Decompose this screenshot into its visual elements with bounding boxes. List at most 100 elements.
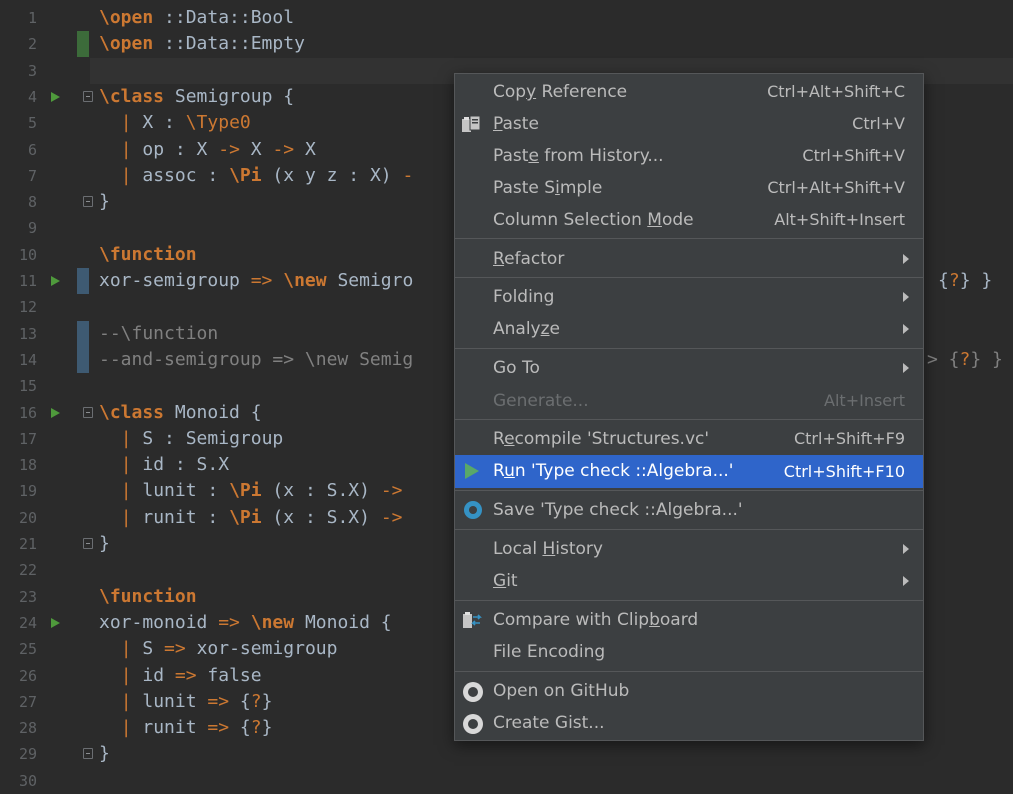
shortcut: Alt+Shift+Insert [774, 210, 905, 229]
code-text: | runit : \Pi (x : S.X) -> [120, 506, 403, 528]
code-text: | id : S.X [120, 454, 230, 476]
code-text: | id => false [120, 664, 262, 686]
code-line[interactable]: 1 \open ::Data::Bool [0, 5, 1013, 31]
run-gutter-icon[interactable] [51, 407, 60, 418]
fold-icon[interactable] [83, 748, 93, 760]
line-number: 6 [27, 140, 37, 159]
code-text: xor-semigroup => \new Semigro [99, 270, 414, 291]
menu-item-git[interactable]: Git [455, 565, 923, 597]
menu-item-create-gist[interactable]: Create Gist... [455, 707, 923, 739]
menu-item-open-on-github[interactable]: Open on GitHub [455, 675, 923, 707]
menu-item-analyze[interactable]: Analyze [455, 313, 923, 345]
menu-item-run[interactable]: Run 'Type check ::Algebra...' Ctrl+Shift… [455, 455, 923, 488]
code-text: \open ::Data::Empty [99, 33, 305, 55]
run-gutter-icon[interactable] [51, 276, 60, 286]
line-number: 22 [18, 561, 37, 580]
menu-item-generate[interactable]: Generate... Alt+Insert [455, 385, 923, 417]
code-line[interactable]: 29} [0, 741, 1013, 767]
submenu-arrow-icon [903, 254, 909, 264]
line-number: 5 [27, 114, 37, 133]
line-number: 19 [18, 482, 37, 501]
menu-item-local-history[interactable]: Local History [455, 533, 923, 565]
menu-separator [455, 238, 923, 239]
code-text: --and-semigroup => \new Semig [99, 348, 414, 370]
code-text: --\function [99, 322, 219, 344]
line-number: 24 [18, 613, 37, 632]
code-text: \function [99, 243, 197, 265]
menu-item-column-selection-mode[interactable]: Column Selection Mode Alt+Shift+Insert [455, 204, 923, 236]
run-gutter-icon[interactable] [51, 91, 60, 102]
code-text-tail: {?} } [938, 270, 993, 291]
submenu-arrow-icon [903, 363, 909, 373]
vcs-change-marker[interactable] [77, 320, 89, 347]
submenu-arrow-icon [903, 544, 909, 554]
line-number: 7 [27, 166, 37, 185]
vcs-change-marker[interactable] [77, 268, 89, 294]
line-number: 1 [27, 9, 37, 27]
menu-item-save-config[interactable]: Save 'Type check ::Algebra...' [455, 494, 923, 526]
fold-icon[interactable] [83, 196, 93, 208]
fold-icon[interactable] [83, 538, 93, 549]
code-text: \class Monoid { [99, 401, 262, 423]
code-text: | lunit => {?} [120, 690, 273, 712]
menu-separator [455, 419, 923, 420]
line-number: 30 [18, 771, 37, 790]
line-number: 9 [27, 219, 37, 238]
clipboard-paste-icon [462, 115, 481, 132]
submenu-arrow-icon [903, 576, 909, 586]
menu-item-paste-simple[interactable]: Paste Simple Ctrl+Alt+Shift+V [455, 172, 923, 204]
code-line[interactable]: 2 \open ::Data::Empty [0, 31, 1013, 58]
code-text: } [99, 533, 110, 554]
line-number: 27 [18, 692, 37, 711]
shortcut: Ctrl+Shift+V [802, 146, 905, 165]
menu-item-file-encoding[interactable]: File Encoding [455, 636, 923, 668]
line-number: 4 [27, 87, 37, 106]
code-text: \open ::Data::Bool [99, 7, 295, 28]
line-number: 3 [27, 61, 37, 80]
menu-separator [455, 600, 923, 601]
code-text: | assoc : \Pi (x y z : X) - [120, 164, 414, 186]
line-number: 15 [18, 377, 37, 396]
line-number: 21 [18, 535, 37, 553]
code-text: | X : \Type0 [120, 112, 251, 134]
line-number: 23 [18, 587, 37, 606]
compare-clipboard-icon [463, 612, 482, 628]
code-line[interactable]: 30 [0, 768, 1013, 794]
vcs-change-marker[interactable] [77, 346, 89, 373]
line-number: 17 [18, 429, 37, 448]
fold-icon[interactable] [83, 406, 93, 418]
run-gutter-icon[interactable] [51, 617, 60, 628]
shortcut: Ctrl+Alt+Shift+V [767, 178, 905, 197]
code-text-tail: > {?} } [927, 348, 1003, 370]
menu-item-copy-reference[interactable]: Copy Reference Ctrl+Alt+Shift+C [455, 76, 923, 108]
line-number: 26 [18, 666, 37, 685]
menu-item-go-to[interactable]: Go To [455, 352, 923, 384]
line-number: 11 [18, 272, 37, 290]
submenu-arrow-icon [903, 324, 909, 334]
menu-item-refactor[interactable]: Refactor [455, 243, 923, 275]
menu-item-paste-from-history[interactable]: Paste from History... Ctrl+Shift+V [455, 140, 923, 172]
shortcut: Ctrl+Alt+Shift+C [767, 82, 905, 101]
line-number: 28 [18, 719, 37, 738]
line-number: 10 [18, 245, 37, 264]
menu-separator [455, 671, 923, 672]
submenu-arrow-icon [903, 292, 909, 302]
line-number: 12 [18, 298, 37, 317]
code-text: } [99, 743, 110, 765]
menu-item-compare-clipboard[interactable]: Compare with Clipboard [455, 604, 923, 636]
line-number: 8 [27, 193, 37, 212]
menu-separator [455, 348, 923, 349]
code-text: | op : X -> X -> X [120, 138, 316, 160]
code-text: | S => xor-semigroup [120, 638, 338, 660]
fold-icon[interactable] [83, 90, 93, 102]
menu-item-recompile[interactable]: Recompile 'Structures.vc' Ctrl+Shift+F9 [455, 423, 923, 455]
save-configuration-icon [464, 501, 482, 519]
code-text: xor-monoid => \new Monoid { [99, 611, 392, 633]
menu-item-folding[interactable]: Folding [455, 281, 923, 313]
menu-separator [455, 277, 923, 278]
vcs-change-marker[interactable] [77, 31, 89, 58]
menu-separator [455, 490, 923, 491]
github-icon [463, 714, 483, 734]
menu-item-paste[interactable]: Paste Ctrl+V [455, 108, 923, 140]
code-text: | lunit : \Pi (x : S.X) -> [120, 480, 403, 502]
